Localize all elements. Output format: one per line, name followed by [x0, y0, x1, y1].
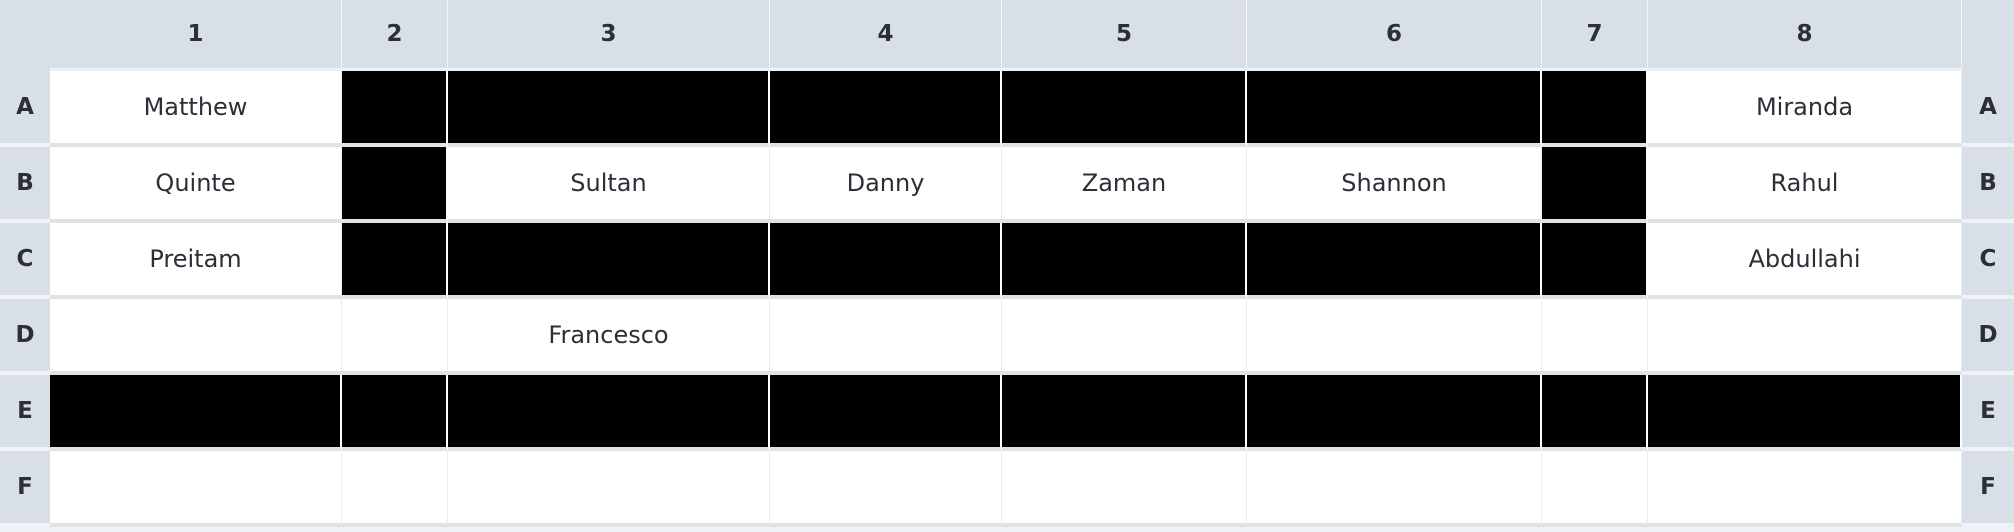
- seat-cell[interactable]: [50, 299, 342, 375]
- column-header: 2: [342, 0, 448, 71]
- seat-cell[interactable]: [1542, 299, 1648, 375]
- row-label-right: E: [1962, 375, 2014, 451]
- seat-cell[interactable]: Rahul: [1648, 147, 1962, 223]
- blocked-seat: [1002, 375, 1247, 451]
- seat-cell[interactable]: Danny: [770, 147, 1002, 223]
- seat-cell[interactable]: Preitam: [50, 223, 342, 299]
- row-label-left: F: [0, 451, 50, 527]
- corner-top-right: [1962, 0, 2014, 71]
- seat-cell[interactable]: Francesco: [448, 299, 770, 375]
- blocked-seat: [1542, 71, 1648, 147]
- row-label-left: B: [0, 147, 50, 223]
- blocked-seat: [1648, 375, 1962, 451]
- seat-cell[interactable]: [1247, 451, 1542, 527]
- bottom-strip: [1247, 527, 1542, 532]
- blocked-seat: [770, 223, 1002, 299]
- column-header: 4: [770, 0, 1002, 71]
- seat-cell[interactable]: [1542, 451, 1648, 527]
- bottom-strip: [1962, 527, 2014, 532]
- column-header: 3: [448, 0, 770, 71]
- column-header: 6: [1247, 0, 1542, 71]
- seat-cell[interactable]: Matthew: [50, 71, 342, 147]
- seat-cell[interactable]: [1648, 299, 1962, 375]
- seat-cell[interactable]: [1648, 451, 1962, 527]
- column-header: 7: [1542, 0, 1648, 71]
- row-label-left: C: [0, 223, 50, 299]
- blocked-seat: [1542, 375, 1648, 451]
- column-header: 5: [1002, 0, 1247, 71]
- bottom-strip: [1542, 527, 1648, 532]
- corner-top-left: [0, 0, 50, 71]
- blocked-seat: [770, 71, 1002, 147]
- bottom-strip: [448, 527, 770, 532]
- blocked-seat: [342, 375, 448, 451]
- row-label-right: B: [1962, 147, 2014, 223]
- blocked-seat: [770, 375, 1002, 451]
- seat-cell[interactable]: [1247, 299, 1542, 375]
- seat-cell[interactable]: [448, 451, 770, 527]
- row-label-left: A: [0, 71, 50, 147]
- row-label-right: D: [1962, 299, 2014, 375]
- blocked-seat: [342, 71, 448, 147]
- blocked-seat: [1002, 71, 1247, 147]
- bottom-strip: [1648, 527, 1962, 532]
- row-label-right: C: [1962, 223, 2014, 299]
- seat-cell[interactable]: Zaman: [1002, 147, 1247, 223]
- seat-cell[interactable]: Shannon: [1247, 147, 1542, 223]
- seat-cell[interactable]: Abdullahi: [1648, 223, 1962, 299]
- blocked-seat: [448, 375, 770, 451]
- bottom-strip: [770, 527, 1002, 532]
- seat-cell[interactable]: [50, 451, 342, 527]
- blocked-seat: [1247, 375, 1542, 451]
- bottom-strip: [342, 527, 448, 532]
- blocked-seat: [1247, 223, 1542, 299]
- column-header: 1: [50, 0, 342, 71]
- seat-cell[interactable]: [1002, 299, 1247, 375]
- column-header: 8: [1648, 0, 1962, 71]
- blocked-seat: [448, 71, 770, 147]
- seat-cell[interactable]: [770, 299, 1002, 375]
- blocked-seat: [1247, 71, 1542, 147]
- seat-cell[interactable]: [342, 299, 448, 375]
- seat-cell[interactable]: [342, 451, 448, 527]
- blocked-seat: [1542, 147, 1648, 223]
- seat-cell[interactable]: Miranda: [1648, 71, 1962, 147]
- blocked-seat: [1542, 223, 1648, 299]
- blocked-seat: [342, 147, 448, 223]
- seating-grid: 1 2 3 4 5 6 7 8 A Matthew Miranda A B Quinte S…: [0, 0, 2014, 532]
- row-label-right: F: [1962, 451, 2014, 527]
- row-label-left: D: [0, 299, 50, 375]
- bottom-strip: [50, 527, 342, 532]
- blocked-seat: [1002, 223, 1247, 299]
- row-label-left: E: [0, 375, 50, 451]
- bottom-strip: [1002, 527, 1247, 532]
- row-label-right: A: [1962, 71, 2014, 147]
- blocked-seat: [342, 223, 448, 299]
- seat-cell[interactable]: Quinte: [50, 147, 342, 223]
- seat-cell[interactable]: [1002, 451, 1247, 527]
- seat-cell[interactable]: Sultan: [448, 147, 770, 223]
- blocked-seat: [448, 223, 770, 299]
- seat-cell[interactable]: [770, 451, 1002, 527]
- bottom-strip: [0, 527, 50, 532]
- blocked-seat: [50, 375, 342, 451]
